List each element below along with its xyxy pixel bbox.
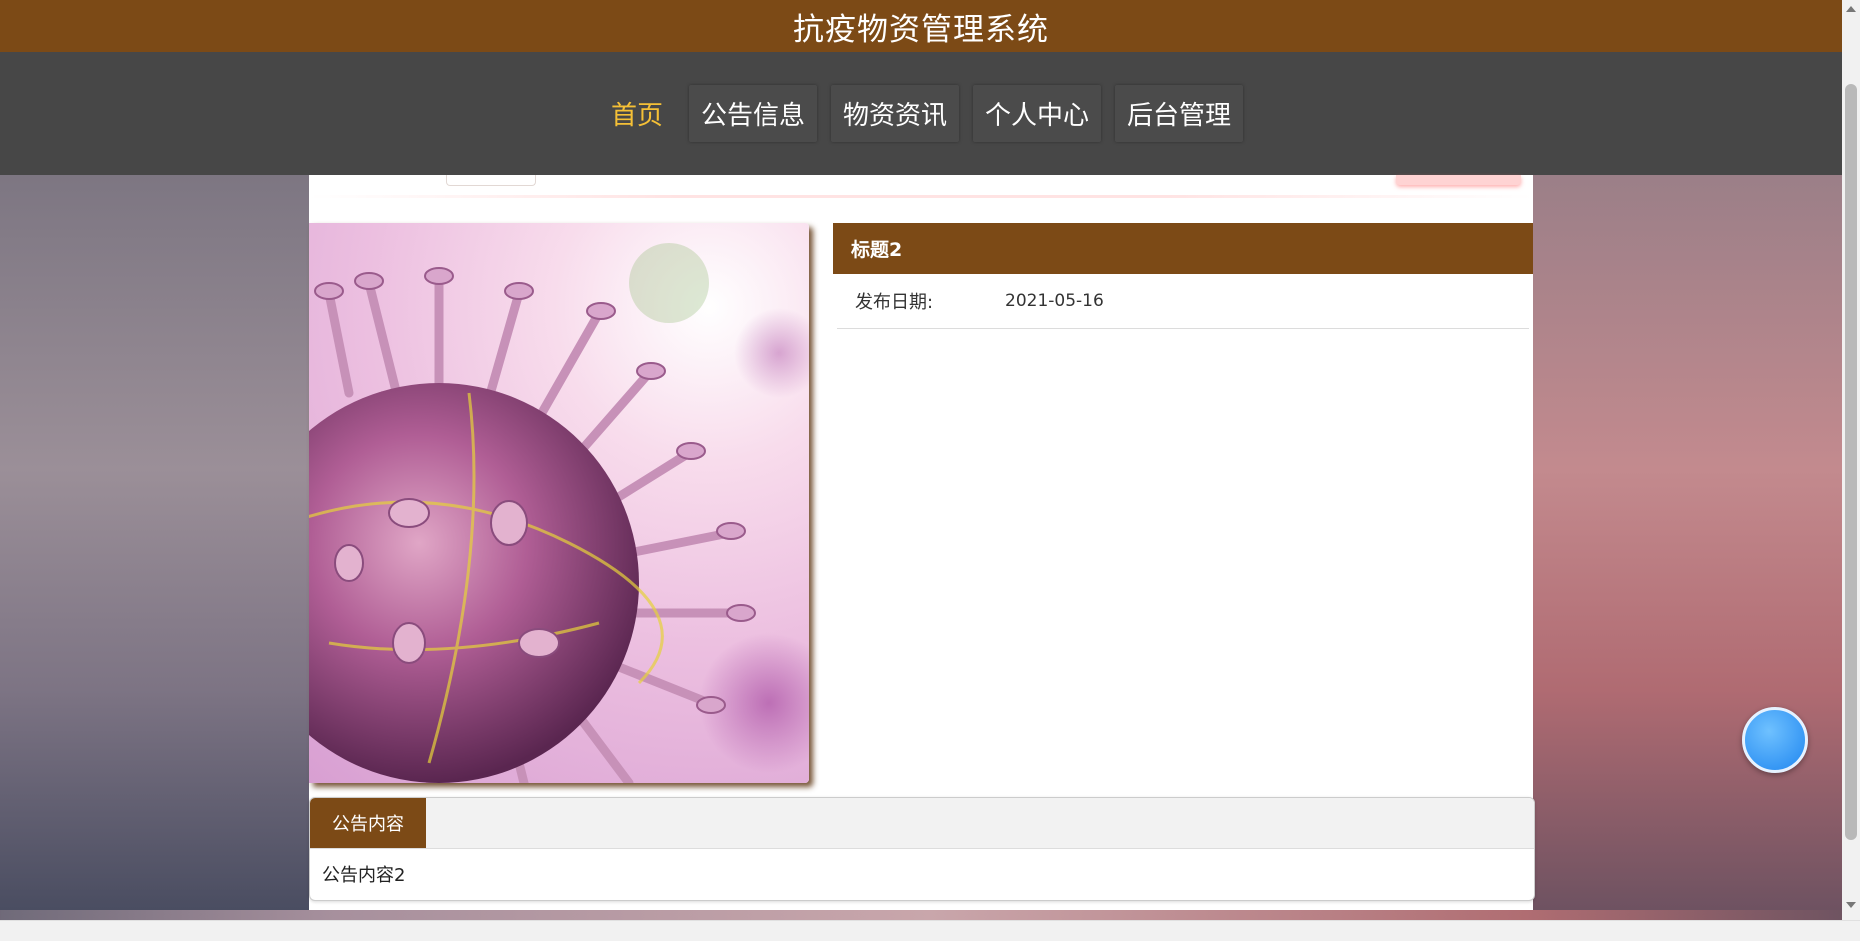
- nav-item-admin[interactable]: 后台管理: [1115, 85, 1244, 142]
- scroll-down-icon[interactable]: [1846, 902, 1856, 908]
- detail-title: 标题2: [851, 239, 903, 261]
- nav-item-supplies-news[interactable]: 物资资讯: [830, 85, 959, 142]
- content-panel: 标题2 发布日期: 2021-05-16 公告内容 公告内容2: [309, 175, 1535, 910]
- tab-notice-content[interactable]: 公告内容: [310, 798, 426, 848]
- publish-date-label: 发布日期:: [855, 292, 934, 313]
- publish-date-row: 发布日期: 2021-05-16: [837, 274, 1529, 329]
- divider: [309, 195, 1533, 198]
- notice-content-text: 公告内容2: [322, 865, 406, 886]
- title-bar: 抗疫物资管理系统: [0, 0, 1842, 52]
- virus-illustration-icon: [309, 243, 809, 783]
- nav-item-user-center[interactable]: 个人中心: [973, 85, 1102, 142]
- notice-content-panel: 公告内容 公告内容2: [309, 797, 1535, 901]
- main-nav: 首页 公告信息 物资资讯 个人中心 后台管理: [0, 52, 1842, 175]
- scroll-up-icon[interactable]: [1846, 6, 1856, 12]
- publish-date-value: 2021-05-16: [1005, 291, 1104, 311]
- site-title: 抗疫物资管理系统: [793, 11, 1049, 48]
- vertical-scrollbar[interactable]: [1842, 0, 1860, 920]
- detail-title-bar: 标题2: [833, 223, 1533, 274]
- background-left: [0, 175, 310, 910]
- notice-image: [309, 223, 809, 783]
- nav-item-home[interactable]: 首页: [599, 85, 675, 142]
- scrollbar-thumb[interactable]: [1845, 84, 1857, 840]
- background-right: [1532, 175, 1842, 910]
- nav-item-announcements[interactable]: 公告信息: [688, 85, 817, 142]
- partial-button-right[interactable]: [1396, 175, 1521, 185]
- float-action-icon[interactable]: [1742, 707, 1808, 773]
- horizontal-scrollbar[interactable]: [0, 920, 1860, 941]
- notice-tabs: 公告内容: [310, 798, 1534, 849]
- partial-button-left[interactable]: [446, 175, 536, 186]
